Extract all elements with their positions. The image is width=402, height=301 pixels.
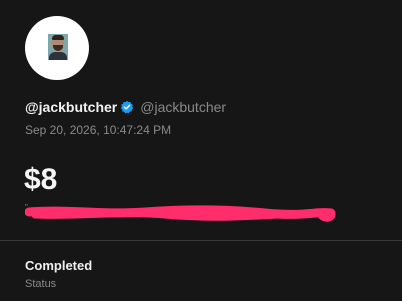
payment-detail: @jackbutcher @jackbutcher Sep 20, 2026, … [0, 0, 402, 301]
display-name[interactable]: @jackbutcher [25, 99, 117, 115]
avatar[interactable] [25, 16, 89, 80]
section-divider [0, 240, 402, 241]
verified-badge-icon [121, 100, 134, 114]
redaction-scribble [25, 205, 336, 222]
status-label: Status [25, 278, 57, 290]
profile-photo [48, 34, 68, 60]
payment-amount: $8 [24, 163, 58, 196]
user-info: @jackbutcher @jackbutcher [25, 97, 226, 117]
status-value: Completed [25, 258, 93, 273]
user-handle[interactable]: @jackbutcher [140, 99, 226, 115]
transaction-timestamp: Sep 20, 2026, 10:47:24 PM [25, 123, 172, 137]
